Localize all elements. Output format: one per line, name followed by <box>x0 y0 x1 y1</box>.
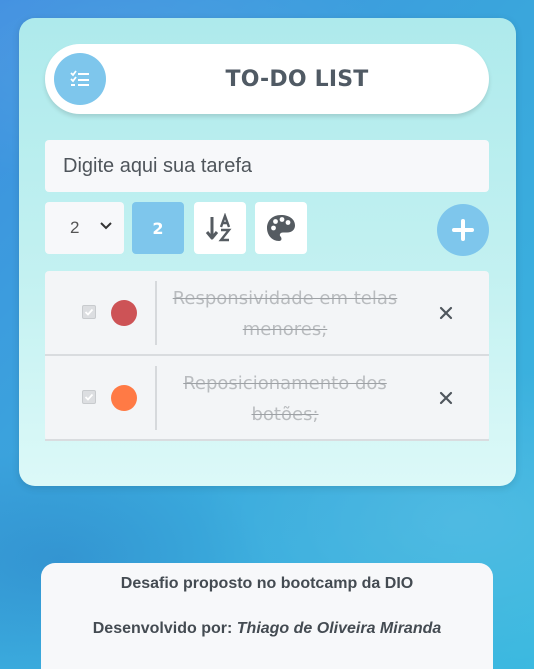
task-row: Responsividade em telas menores; <box>45 271 489 356</box>
close-icon <box>439 306 453 320</box>
footer-credits: Desenvolvido por: Thiago de Oliveira Mir… <box>41 620 493 638</box>
divider <box>155 281 157 345</box>
sort-button[interactable] <box>194 202 246 254</box>
divider <box>155 366 157 430</box>
palette-icon <box>267 215 295 241</box>
check-icon <box>84 308 94 316</box>
checklist-icon <box>54 53 106 105</box>
check-icon <box>84 393 94 401</box>
count-label: 2 <box>152 218 164 238</box>
chevron-down-icon <box>100 222 112 230</box>
task-input[interactable] <box>45 140 489 192</box>
task-checkbox[interactable] <box>82 390 96 404</box>
palette-button[interactable] <box>255 202 307 254</box>
sort-alpha-icon <box>205 213 232 242</box>
task-text: Reposicionamento dos botões; <box>183 373 387 425</box>
plus-icon <box>452 219 474 241</box>
delete-task-button[interactable] <box>435 302 457 324</box>
count-button[interactable]: 2 <box>132 202 184 254</box>
footer-author: Thiago de Oliveira Miranda <box>236 620 442 637</box>
quantity-select-value: 2 <box>70 218 80 237</box>
add-task-button[interactable] <box>437 204 489 256</box>
task-list: Responsividade em telas menores; Reposic… <box>45 271 489 441</box>
task-row: Reposicionamento dos botões; <box>45 356 489 441</box>
quantity-select[interactable]: 2 <box>45 202 124 254</box>
task-color-dot[interactable] <box>111 300 137 326</box>
header-pill: TO-DO LIST <box>45 44 489 114</box>
page-title: TO-DO LIST <box>225 66 369 92</box>
task-checkbox[interactable] <box>82 305 96 319</box>
task-text: Responsividade em telas menores; <box>172 288 398 340</box>
task-color-dot[interactable] <box>111 385 137 411</box>
footer-developed-by: Desenvolvido por: <box>92 620 237 637</box>
close-icon <box>439 391 453 405</box>
footer-card: Desafio proposto no bootcamp da DIO Dese… <box>41 563 493 669</box>
delete-task-button[interactable] <box>435 387 457 409</box>
footer-challenge-text: Desafio proposto no bootcamp da DIO <box>120 575 414 592</box>
todo-card: TO-DO LIST 2 2 <box>19 18 516 486</box>
